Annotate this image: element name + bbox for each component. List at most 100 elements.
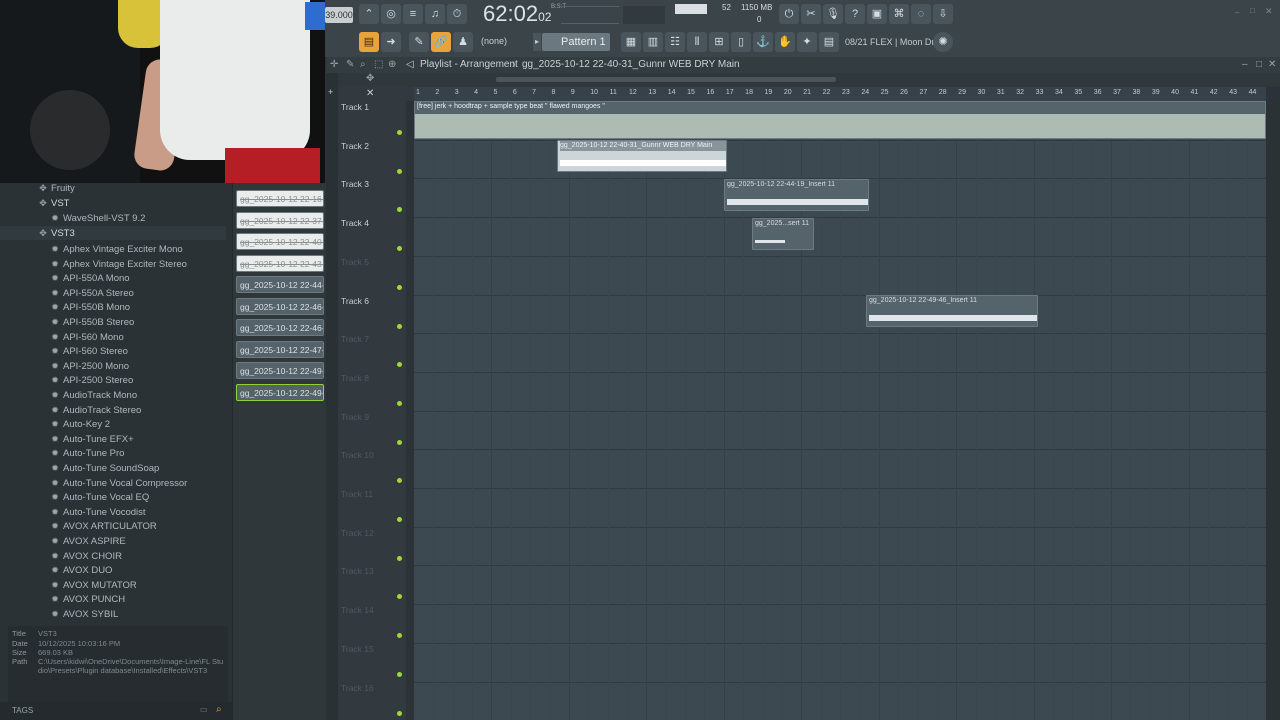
browser-item[interactable]: ✹ API-550A Mono bbox=[50, 271, 129, 285]
microphone-icon[interactable]: 🎙 bbox=[823, 4, 843, 24]
channel-rack-icon[interactable]: ☷ bbox=[665, 32, 685, 52]
track-name[interactable]: Track 4 bbox=[341, 218, 369, 228]
track-led-icon[interactable] bbox=[397, 710, 402, 716]
track-led-icon[interactable] bbox=[397, 671, 402, 677]
horizontal-scrollbar[interactable] bbox=[496, 77, 836, 82]
track-name[interactable]: Track 10 bbox=[341, 450, 374, 460]
browser-item[interactable]: ✹ AVOX ASPIRE bbox=[50, 534, 125, 548]
browser-item[interactable]: ✹ AVOX SYBIL bbox=[50, 607, 118, 621]
browser-item[interactable]: ✹ API-550B Mono bbox=[50, 300, 130, 314]
folder-vst[interactable]: ✥ VST bbox=[38, 196, 69, 210]
play-icon[interactable]: ➜ bbox=[381, 32, 401, 52]
browser-item[interactable]: ✹ Aphex Vintage Exciter Stereo bbox=[50, 257, 187, 271]
magnify-icon[interactable]: ⊕ bbox=[388, 57, 396, 73]
playlist-icon[interactable]: ▦ bbox=[621, 32, 641, 52]
clip-list-item[interactable]: gg_2025-10-12 22-43-3... bbox=[236, 254, 324, 272]
minimize-icon[interactable]: – bbox=[1242, 57, 1248, 73]
track-led-icon[interactable] bbox=[397, 517, 402, 522]
folder-fruity[interactable]: ✥ Fruity bbox=[38, 181, 75, 195]
track-led-icon[interactable] bbox=[397, 633, 402, 639]
browser-item[interactable]: ✹ API-560 Stereo bbox=[50, 344, 128, 358]
browser-item[interactable]: ✹ Auto-Tune Vocodist bbox=[50, 505, 145, 519]
clip-list-item[interactable]: gg_2025-10-12 22-47-1... bbox=[236, 340, 324, 358]
track-led-icon[interactable] bbox=[397, 284, 402, 290]
arrows-icon[interactable]: ✛ bbox=[330, 57, 338, 73]
track-led-icon[interactable] bbox=[397, 439, 402, 445]
playlist-clip[interactable]: gg_2025...sert 11 bbox=[752, 218, 814, 250]
touch-keyboard-icon[interactable]: ✋ bbox=[775, 32, 795, 52]
minimize-icon[interactable]: – bbox=[1235, 8, 1245, 17]
draw-icon[interactable]: ✎ bbox=[346, 57, 354, 73]
macro-icon[interactable]: ✦ bbox=[797, 32, 817, 52]
track-name[interactable]: Track 12 bbox=[341, 528, 374, 538]
record-mode-icon[interactable]: ◎ bbox=[381, 4, 401, 24]
mixer-icon[interactable]: ✂ bbox=[801, 4, 821, 24]
track-name[interactable]: Track 16 bbox=[341, 683, 374, 693]
close-icon[interactable]: ✕ bbox=[366, 88, 374, 99]
master-volume-slider[interactable] bbox=[561, 6, 619, 24]
track-led-icon[interactable] bbox=[397, 555, 402, 561]
help-icon[interactable]: ? bbox=[845, 4, 865, 24]
browser-item[interactable]: ✹ AVOX CHOIR bbox=[50, 549, 122, 563]
tags-bar[interactable]: TAGS ⌕ ▭ bbox=[0, 702, 232, 720]
track-name[interactable]: Track 13 bbox=[341, 566, 374, 576]
folder-icon[interactable]: ▭ bbox=[200, 705, 208, 714]
browser-item[interactable]: ✹ AVOX PUNCH bbox=[50, 592, 125, 606]
track-led-icon[interactable] bbox=[397, 323, 402, 329]
vertical-scrollbar[interactable] bbox=[1266, 101, 1280, 720]
browser-item[interactable]: ✹ Auto-Tune SoundSoap bbox=[50, 461, 159, 475]
tempo-display[interactable]: 39.000 bbox=[325, 7, 353, 23]
playlist-clip[interactable]: gg_2025-10-12 22-49-46_Insert 11 bbox=[866, 295, 1038, 327]
track-led-icon[interactable] bbox=[397, 594, 402, 600]
track-name[interactable]: Track 3 bbox=[341, 179, 369, 189]
snap-select[interactable]: (none) bbox=[481, 36, 507, 46]
pattern-selector[interactable]: Pattern 1 bbox=[542, 33, 610, 51]
track-name[interactable]: Track 15 bbox=[341, 644, 374, 654]
clip-list-item[interactable]: gg_2025-10-12 22-49-4... bbox=[236, 383, 324, 401]
zoom-icon[interactable]: ⌕ bbox=[360, 57, 366, 73]
track-name[interactable]: Track 9 bbox=[341, 412, 369, 422]
track-led-icon[interactable] bbox=[397, 168, 402, 174]
browser-icon[interactable]: ⊞ bbox=[709, 32, 729, 52]
template-icon[interactable]: ▤ bbox=[819, 32, 839, 52]
select-icon[interactable]: ⬚ bbox=[374, 57, 383, 73]
browser-item[interactable]: ✹ AVOX ARTICULATOR bbox=[50, 519, 157, 533]
chat-icon[interactable]: ◌ bbox=[911, 4, 931, 24]
close-icon[interactable]: ✕ bbox=[1268, 57, 1276, 73]
clip-list-item[interactable]: gg_2025-10-12 22-46-2... bbox=[236, 297, 324, 315]
browser-item[interactable]: ✹ API-2500 Mono bbox=[50, 359, 129, 373]
clip-list-item[interactable]: gg_2025-10-12 22-16-09... bbox=[236, 190, 324, 207]
track-name[interactable]: Track 5 bbox=[341, 257, 369, 267]
pattern-prev-icon[interactable]: ▸ bbox=[533, 33, 541, 51]
track-led-icon[interactable] bbox=[397, 400, 402, 406]
track-led-icon[interactable] bbox=[397, 362, 402, 368]
browser-item[interactable]: ✹ Auto-Tune Vocal Compressor bbox=[50, 476, 187, 490]
clip-list-item[interactable]: gg_2025-10-12 22-49-1... bbox=[236, 362, 324, 379]
clip-list-item[interactable]: gg_2025-10-12 22-46-5... bbox=[236, 319, 324, 336]
track-name[interactable]: Track 7 bbox=[341, 334, 369, 344]
timeline-ruler[interactable]: 1 2 3 4 5 6 7 8 9 10 11 12 13 14 15 16 17 18 19 20 21 22 23 24 2… bbox=[414, 87, 1266, 101]
master-pitch-slider[interactable] bbox=[623, 6, 665, 24]
playlist-clip[interactable]: gg_2025-10-12 22-44-19_Insert 11 bbox=[724, 179, 869, 211]
browser-item[interactable]: ✹ API-550A Stereo bbox=[50, 286, 134, 300]
browser-item[interactable]: ✹ API-550B Stereo bbox=[50, 315, 134, 329]
browser-item[interactable]: ✹ AVOX MUTATOR bbox=[50, 578, 137, 592]
track-led-icon[interactable] bbox=[397, 207, 402, 213]
browser-item[interactable]: ✹ AudioTrack Mono bbox=[50, 388, 137, 402]
song-position[interactable]: 62:0202 bbox=[483, 2, 553, 26]
download-icon[interactable]: ⇩ bbox=[933, 4, 953, 24]
track-led-icon[interactable] bbox=[397, 130, 402, 135]
browser-item[interactable]: ✹ Aphex Vintage Exciter Mono bbox=[50, 242, 182, 256]
browser-item[interactable]: ✹ AVOX DUO bbox=[50, 563, 112, 577]
file-icon[interactable]: ▯ bbox=[731, 32, 751, 52]
browser-item[interactable]: ✹ Auto-Tune Vocal EQ bbox=[50, 490, 149, 504]
metronome-icon[interactable]: ⌃ bbox=[359, 4, 379, 24]
snap-arrows-icon[interactable]: ✥ bbox=[366, 73, 374, 84]
close-icon[interactable]: ✕ bbox=[1265, 6, 1275, 16]
snap-icon[interactable]: 🔗 bbox=[431, 32, 451, 52]
track-led-icon[interactable] bbox=[397, 246, 402, 252]
browser-item[interactable]: ✹ Auto-Tune EFX+ bbox=[50, 432, 133, 446]
stamp-icon[interactable]: ♟ bbox=[453, 32, 473, 52]
browser-item[interactable]: ✹ WaveShell-VST 9.2 bbox=[50, 211, 145, 225]
track-name[interactable]: Track 14 bbox=[341, 605, 374, 615]
